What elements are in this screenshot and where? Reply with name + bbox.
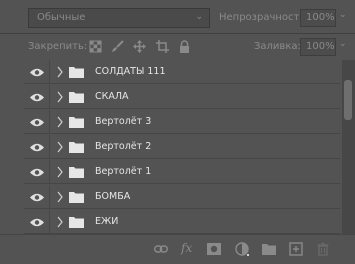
folder-icon <box>69 217 84 228</box>
lock-transparent-pixels-icon[interactable] <box>89 40 102 53</box>
layer-name: Вертолёт 3 <box>95 116 152 127</box>
layer-name: ЕЖИ <box>95 216 119 227</box>
move-icon[interactable] <box>133 40 146 53</box>
folder-icon <box>69 167 84 178</box>
layer-name: Вертолёт 1 <box>95 166 152 177</box>
divider <box>49 185 50 209</box>
chevron-right-icon[interactable] <box>57 66 63 78</box>
fill-value: 100% <box>306 41 335 52</box>
divider <box>49 85 50 109</box>
chevron-down-icon: ⌄ <box>195 12 203 22</box>
brush-icon[interactable] <box>111 40 124 53</box>
blend-mode-value: Обычные <box>37 12 86 23</box>
divider <box>49 110 50 134</box>
eye-icon[interactable] <box>30 218 44 227</box>
eye-icon[interactable] <box>30 193 44 202</box>
layers-list: СОЛДАТЫ 111 СКАЛА Вертолёт 3 Вертолёт 2 … <box>24 60 342 234</box>
layer-row[interactable]: Вертолёт 1 <box>24 160 340 184</box>
adjustment-icon[interactable] <box>235 242 249 256</box>
divider <box>49 210 50 234</box>
mask-icon[interactable] <box>207 242 221 256</box>
group-folder-icon[interactable] <box>262 242 276 256</box>
layer-row[interactable]: СОЛДАТЫ 111 <box>24 60 340 84</box>
folder-icon <box>69 192 84 203</box>
divider <box>49 135 50 159</box>
opacity-label: Непрозрачность: <box>219 12 309 23</box>
layers-toolbar: fx <box>0 234 355 264</box>
eye-icon[interactable] <box>30 143 44 152</box>
folder-icon <box>69 142 84 153</box>
new-layer-icon[interactable] <box>289 242 303 256</box>
eye-icon[interactable] <box>30 93 44 102</box>
divider <box>49 60 50 84</box>
layer-name: БОМБА <box>95 191 131 202</box>
blend-opacity-row: Обычные ⌄ Непрозрачность: 100% ⌄ <box>0 0 355 32</box>
divider <box>49 160 50 184</box>
layer-name: СОЛДАТЫ 111 <box>95 66 166 77</box>
opacity-value: 100% <box>306 12 335 23</box>
chevron-down-icon[interactable]: ⌄ <box>339 39 347 49</box>
layer-row[interactable]: Вертолёт 2 <box>24 135 340 159</box>
scrollbar-thumb[interactable] <box>344 80 352 120</box>
folder-icon <box>69 117 84 128</box>
eye-icon[interactable] <box>30 168 44 177</box>
chevron-right-icon[interactable] <box>57 91 63 103</box>
layer-name: СКАЛА <box>95 91 129 102</box>
trash-icon[interactable] <box>316 242 330 256</box>
chevron-right-icon[interactable] <box>57 116 63 128</box>
folder-icon <box>69 92 84 103</box>
opacity-input[interactable]: 100% <box>300 9 336 27</box>
fx-icon[interactable]: fx <box>181 241 195 255</box>
layer-row[interactable]: ЕЖИ <box>24 210 340 234</box>
lock-fill-row: Закрепить: Заливка: 100% ⌄ <box>0 33 355 59</box>
chevron-down-icon[interactable]: ⌄ <box>339 10 347 20</box>
folder-icon <box>69 67 84 78</box>
chevron-right-icon[interactable] <box>57 141 63 153</box>
chevron-right-icon[interactable] <box>57 216 63 228</box>
eye-icon[interactable] <box>30 68 44 77</box>
fill-label: Заливка: <box>254 41 301 52</box>
chevron-right-icon[interactable] <box>57 166 63 178</box>
layer-row[interactable]: СКАЛА <box>24 85 340 109</box>
eye-icon[interactable] <box>30 118 44 127</box>
fill-input[interactable]: 100% <box>300 38 336 56</box>
layer-name: Вертолёт 2 <box>95 141 152 152</box>
artboard-crop-icon[interactable] <box>156 40 169 53</box>
layer-row[interactable]: БОМБА <box>24 185 340 209</box>
lock-icon[interactable] <box>178 40 191 53</box>
layer-row[interactable]: Вертолёт 3 <box>24 110 340 134</box>
blend-mode-select[interactable]: Обычные ⌄ <box>28 8 210 28</box>
chevron-right-icon[interactable] <box>57 191 63 203</box>
lock-label: Закрепить: <box>28 41 88 52</box>
link-icon[interactable] <box>154 242 168 256</box>
